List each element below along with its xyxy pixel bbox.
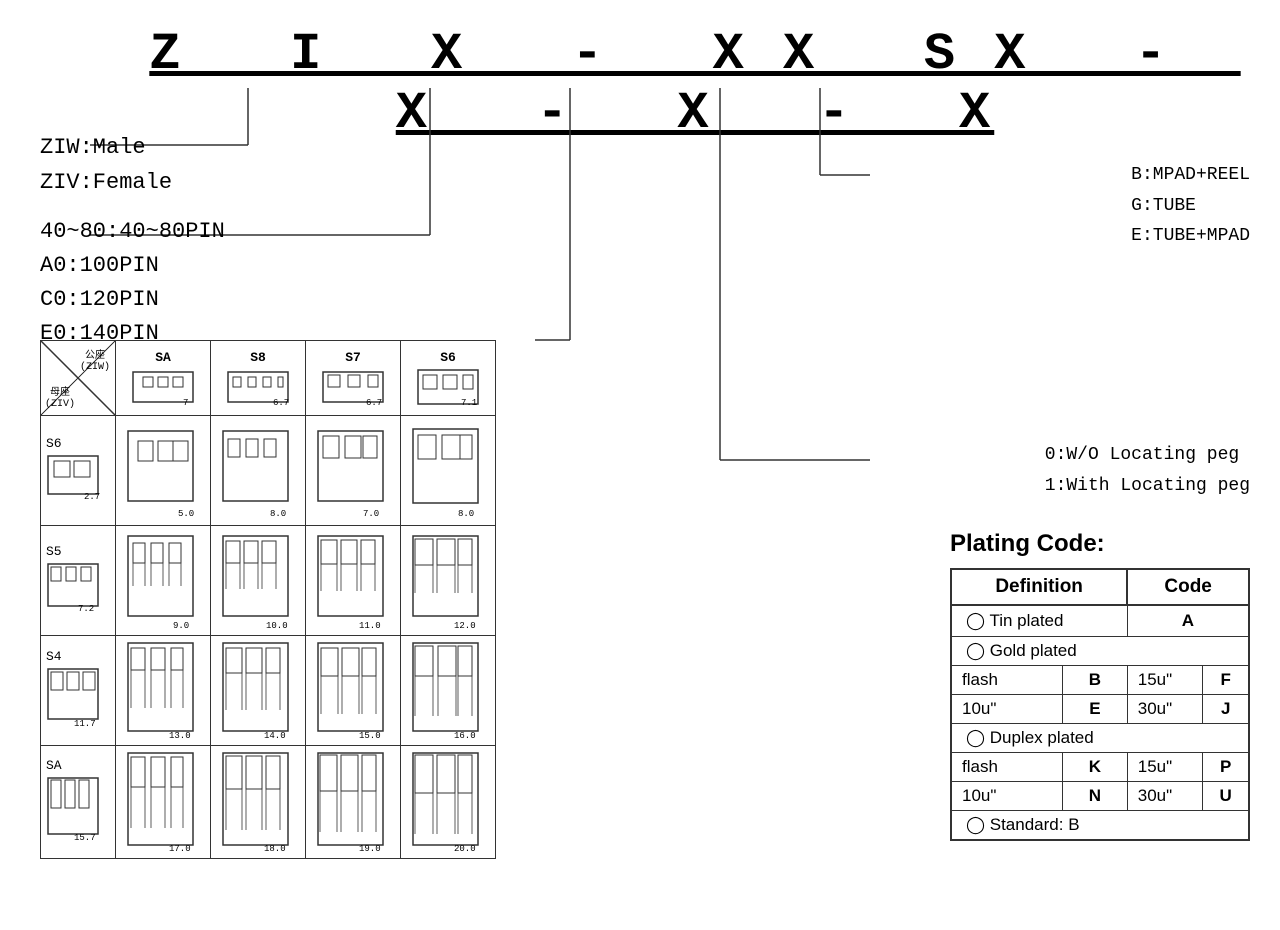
svg-text:15.7: 15.7 [74,833,96,843]
svg-text:2.7: 2.7 [84,492,100,501]
gold-flash-code: B [1063,666,1128,695]
duplex-30u-label: 30u" [1127,782,1203,811]
svg-text:17.0: 17.0 [169,844,191,854]
svg-text:7: 7 [183,398,188,407]
svg-text:13.0: 13.0 [169,731,191,741]
svg-text:7.0: 7.0 [363,509,379,519]
gold-15u-code: F [1203,666,1249,695]
ziv-label: ZIV:Female [40,165,172,200]
plating-def-header: Definition [951,569,1127,605]
gold-30u-code: J [1203,695,1249,724]
svg-text:5.0: 5.0 [178,509,194,519]
svg-text:7.1: 7.1 [461,398,477,407]
pin120: C0:120PIN [40,283,225,317]
cell-s8-s5: 10.0 [218,531,298,631]
s6-header-icon: 7.1 [413,367,483,407]
cell-sa-s6: 5.0 [123,421,203,521]
cell-s8-s4: 14.0 [218,638,298,743]
gold-30u-label: 30u" [1127,695,1203,724]
gender-description: ZIW:Male ZIV:Female [40,130,172,200]
cell-sa-s4: 13.0 [123,638,203,743]
part-number-display: Z I X - X X S X - X - X - X [149,25,1240,143]
pin-count-description: 40~80:40~80PIN A0:100PIN C0:120PIN E0:14… [40,215,225,351]
svg-text:15.0: 15.0 [359,731,381,741]
gold-10u-label: 10u" [951,695,1063,724]
connector-table-section: 公座(ZIW) 母座(ZIV) SA 7 S8 [40,340,496,859]
s6-row-icon: 2.7 [46,451,106,501]
pkg-g: G:TUBE [1131,191,1250,222]
sa-header-icon: 7 [128,367,198,407]
svg-text:12.0: 12.0 [454,621,476,631]
locating-peg-annotation: 0:W/O Locating peg 1:With Locating peg [1045,440,1250,501]
cell-sa-sa: 17.0 [123,748,203,856]
pkg-e: E:TUBE+MPAD [1131,221,1250,252]
plating-code-title: Plating Code: [950,530,1250,558]
duplex-15u-label: 15u" [1127,753,1203,782]
pkg-b: B:MPAD+REEL [1131,160,1250,191]
svg-text:8.0: 8.0 [270,509,286,519]
svg-text:6.7: 6.7 [273,398,289,407]
s4-row-icon: 11.7 [46,664,106,729]
svg-text:20.0: 20.0 [454,844,476,854]
svg-text:11.7: 11.7 [74,719,96,729]
svg-text:7.2: 7.2 [78,604,94,614]
gold-plated-header: ◯ Gold plated [951,637,1249,666]
svg-text:8.0: 8.0 [458,509,474,519]
plating-code-section: Plating Code: Definition Code ◯ Tin plat… [950,530,1250,841]
svg-text:6.7: 6.7 [366,398,382,407]
cell-s7-s4: 15.0 [313,638,393,743]
standard-label: ◯ Standard: B [951,811,1249,841]
svg-text:11.0: 11.0 [359,621,381,631]
svg-text:14.0: 14.0 [264,731,286,741]
sa-row-icon: 15.7 [46,773,106,843]
cell-s6-s6: 8.0 [408,421,488,521]
gold-10u-code: E [1063,695,1128,724]
cell-sa-s5: 9.0 [123,531,203,631]
locating-0: 0:W/O Locating peg [1045,440,1250,471]
cell-s6-sa: 20.0 [408,748,488,856]
svg-text:16.0: 16.0 [454,731,476,741]
cell-s8-s6: 8.0 [218,421,298,521]
duplex-flash-code: K [1063,753,1128,782]
cell-s7-s6: 7.0 [313,421,393,521]
tin-plated-label: ◯ Tin plated [951,605,1127,637]
pin40-80: 40~80:40~80PIN [40,215,225,249]
duplex-10u-code: N [1063,782,1128,811]
gold-flash-label: flash [951,666,1063,695]
s5-row-icon: 7.2 [46,559,106,614]
pin100: A0:100PIN [40,249,225,283]
packaging-annotation: B:MPAD+REEL G:TUBE E:TUBE+MPAD [1131,160,1250,252]
cell-s7-s5: 11.0 [313,531,393,631]
svg-text:10.0: 10.0 [266,621,288,631]
duplex-flash-label: flash [951,753,1063,782]
cell-s7-sa: 19.0 [313,748,393,856]
locating-1: 1:With Locating peg [1045,471,1250,502]
plating-code-header: Code [1127,569,1249,605]
duplex-10u-label: 10u" [951,782,1063,811]
duplex-plated-header: ◯ Duplex plated [951,724,1249,753]
svg-text:9.0: 9.0 [173,621,189,631]
duplex-30u-code: U [1203,782,1249,811]
cell-s6-s4: 16.0 [408,638,488,743]
ziw-label: ZIW:Male [40,130,172,165]
cell-s6-s5: 12.0 [408,531,488,631]
duplex-15u-code: P [1203,753,1249,782]
gold-15u-label: 15u" [1127,666,1203,695]
s7-header-icon: 6.7 [318,367,388,407]
svg-text:19.0: 19.0 [359,844,381,854]
cell-s8-sa: 18.0 [218,748,298,856]
svg-text:18.0: 18.0 [264,844,286,854]
s8-header-icon: 6.7 [223,367,293,407]
tin-plated-code: A [1127,605,1249,637]
